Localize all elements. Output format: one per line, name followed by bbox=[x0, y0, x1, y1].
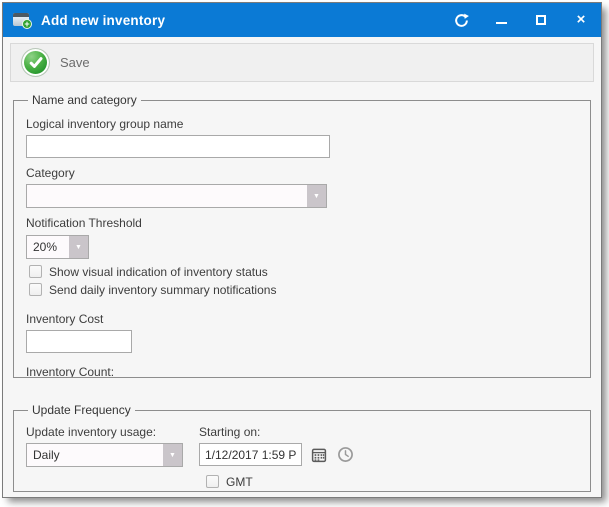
visual-indication-checkbox-label: Show visual indication of inventory stat… bbox=[49, 265, 268, 279]
threshold-label: Notification Threshold bbox=[26, 216, 578, 231]
inventory-app-icon: + bbox=[13, 12, 32, 29]
window-title: Add new inventory bbox=[41, 13, 165, 28]
chevron-down-icon: ▼ bbox=[75, 244, 82, 251]
visual-indication-checkbox-row[interactable]: Show visual indication of inventory stat… bbox=[29, 264, 578, 279]
refresh-icon[interactable] bbox=[453, 12, 469, 28]
update-frequency-legend: Update Frequency bbox=[28, 403, 135, 417]
maximize-icon[interactable] bbox=[533, 12, 549, 28]
add-inventory-dialog: + Add new inventory × bbox=[2, 2, 602, 498]
update-usage-dropdown[interactable]: Daily ▼ bbox=[26, 443, 183, 467]
category-dropdown-value bbox=[27, 185, 307, 207]
save-button[interactable]: Save bbox=[20, 46, 100, 79]
category-dropdown[interactable]: ▼ bbox=[26, 184, 327, 208]
starting-on-label: Starting on: bbox=[199, 425, 578, 440]
gmt-checkbox-label: GMT bbox=[226, 475, 253, 489]
screen: + Add new inventory × bbox=[0, 0, 609, 507]
threshold-dropdown[interactable]: 20% ▼ bbox=[26, 235, 89, 259]
plus-badge-icon: + bbox=[22, 19, 32, 29]
name-and-category-legend: Name and category bbox=[28, 93, 141, 107]
daily-summary-checkbox-row[interactable]: Send daily inventory summary notificatio… bbox=[29, 282, 578, 297]
close-icon[interactable]: × bbox=[573, 12, 589, 28]
chevron-down-icon: ▼ bbox=[313, 193, 320, 200]
titlebar[interactable]: + Add new inventory × bbox=[3, 3, 601, 37]
starting-on-row bbox=[199, 443, 578, 466]
group-name-input[interactable] bbox=[26, 135, 330, 158]
threshold-dropdown-button[interactable]: ▼ bbox=[69, 236, 88, 258]
update-usage-label: Update inventory usage: bbox=[26, 425, 184, 440]
category-label: Category bbox=[26, 166, 578, 181]
daily-summary-checkbox-label: Send daily inventory summary notificatio… bbox=[49, 283, 276, 297]
window-controls: × bbox=[453, 12, 589, 28]
category-dropdown-button[interactable]: ▼ bbox=[307, 185, 326, 207]
toolbar: Save bbox=[10, 43, 594, 82]
minimize-icon[interactable] bbox=[493, 12, 509, 28]
inventory-count-label: Inventory Count: bbox=[26, 365, 578, 378]
save-button-label: Save bbox=[60, 55, 90, 70]
gmt-checkbox-row[interactable]: GMT bbox=[206, 474, 578, 489]
gmt-checkbox[interactable] bbox=[206, 475, 219, 488]
daily-summary-checkbox[interactable] bbox=[29, 283, 42, 296]
calendar-icon[interactable] bbox=[310, 446, 328, 464]
save-check-icon bbox=[22, 49, 49, 76]
visual-indication-checkbox[interactable] bbox=[29, 265, 42, 278]
name-and-category-group: Name and category Logical inventory grou… bbox=[13, 93, 591, 378]
starting-on-input[interactable] bbox=[199, 443, 302, 466]
threshold-dropdown-value: 20% bbox=[27, 236, 69, 258]
update-usage-dropdown-button[interactable]: ▼ bbox=[163, 444, 182, 466]
group-name-label: Logical inventory group name bbox=[26, 117, 578, 132]
update-usage-dropdown-value: Daily bbox=[27, 444, 163, 466]
update-frequency-group: Update Frequency Update inventory usage:… bbox=[13, 403, 591, 492]
inventory-cost-input[interactable] bbox=[26, 330, 132, 353]
inventory-cost-label: Inventory Cost bbox=[26, 312, 578, 327]
chevron-down-icon: ▼ bbox=[169, 452, 176, 459]
clock-icon[interactable] bbox=[336, 446, 354, 464]
